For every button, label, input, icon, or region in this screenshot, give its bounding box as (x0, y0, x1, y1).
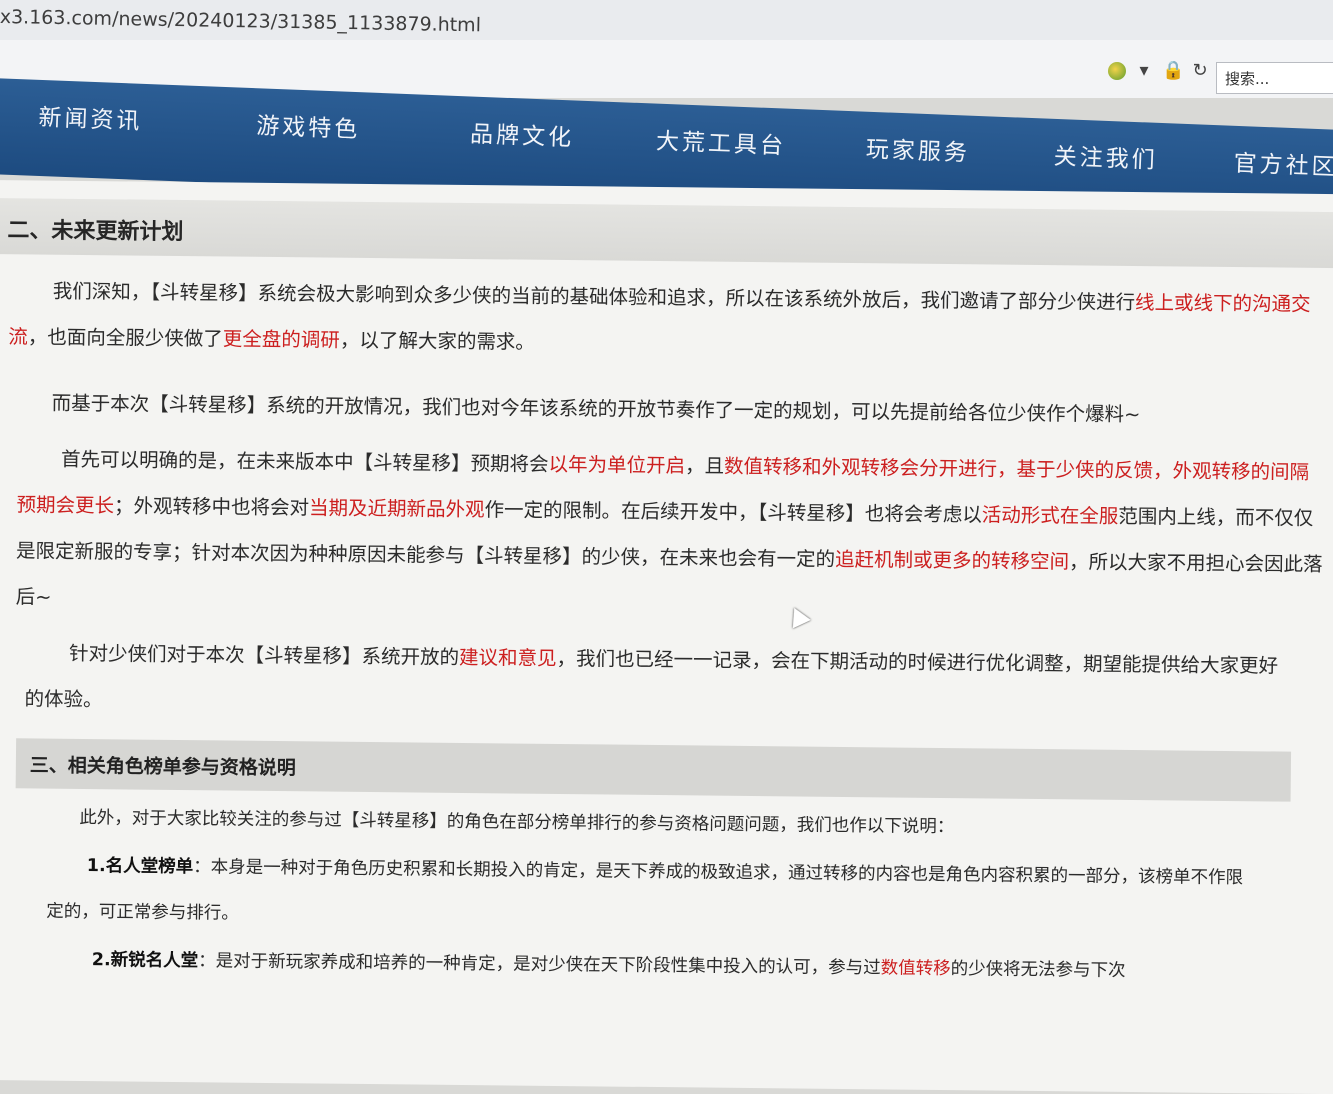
search-input[interactable]: 搜索... (1216, 62, 1333, 94)
nav-news[interactable]: 新闻资讯 (38, 98, 143, 136)
section-3-heading: 三、相关角色榜单参与资格说明 (15, 738, 1292, 802)
nav-features[interactable]: 游戏特色 (256, 106, 361, 144)
nav-brand[interactable]: 品牌文化 (470, 114, 575, 152)
section-2-paragraph-3: 首先可以明确的是，在未来版本中【斗转星移】预期将会以年为单位开启，且数值转移和外… (15, 447, 1323, 609)
dropdown-arrow-icon[interactable]: ▾ (1134, 60, 1154, 81)
section-3-item-2: 2.新锐名人堂：是对于新玩家养成和培养的一种肯定，是对少侠在天下阶段性集中投入的… (91, 950, 1126, 981)
address-bar[interactable]: x3.163.com/news/20240123/31385_1133879.h… (0, 0, 1333, 41)
url-text[interactable]: x3.163.com/news/20240123/31385_1133879.h… (0, 6, 481, 36)
section-2-paragraph-2: 而基于本次【斗转星移】系统的开放情况，我们也对今年该系统的开放节奏作了一定的规划… (51, 391, 1141, 427)
nav-player-service[interactable]: 玩家服务 (865, 130, 970, 168)
lock-icon[interactable]: 🔒 (1162, 60, 1184, 81)
toolbar-icons: ▾ 🔒 ↻ (1108, 60, 1210, 81)
section-3-item-1: 1.名人堂榜单：本身是一种对于角色历史积累和长期投入的肯定，是天下养成的极致追求… (46, 856, 1244, 924)
section-2-paragraph-1: 我们深知，【斗转星移】系统会极大影响到众多少侠的当前的基础体验和追求，所以在该系… (8, 279, 1311, 354)
site-icon[interactable] (1108, 61, 1126, 80)
section-2-heading: 二、未来更新计划 (0, 197, 1333, 269)
article-content: 二、未来更新计划 我们深知，【斗转星移】系统会极大影响到众多少侠的当前的基础体验… (0, 180, 1333, 1094)
nav-follow-us[interactable]: 关注我们 (1053, 137, 1158, 175)
section-2-paragraph-4: 针对少侠们对于本次【斗转星移】系统开放的建议和意见，我们也已经一一记录，会在下期… (24, 641, 1279, 712)
nav-community[interactable]: 官方社区 (1233, 144, 1333, 182)
refresh-icon[interactable]: ↻ (1190, 60, 1210, 81)
nav-tools[interactable]: 大荒工具台 (656, 122, 787, 161)
